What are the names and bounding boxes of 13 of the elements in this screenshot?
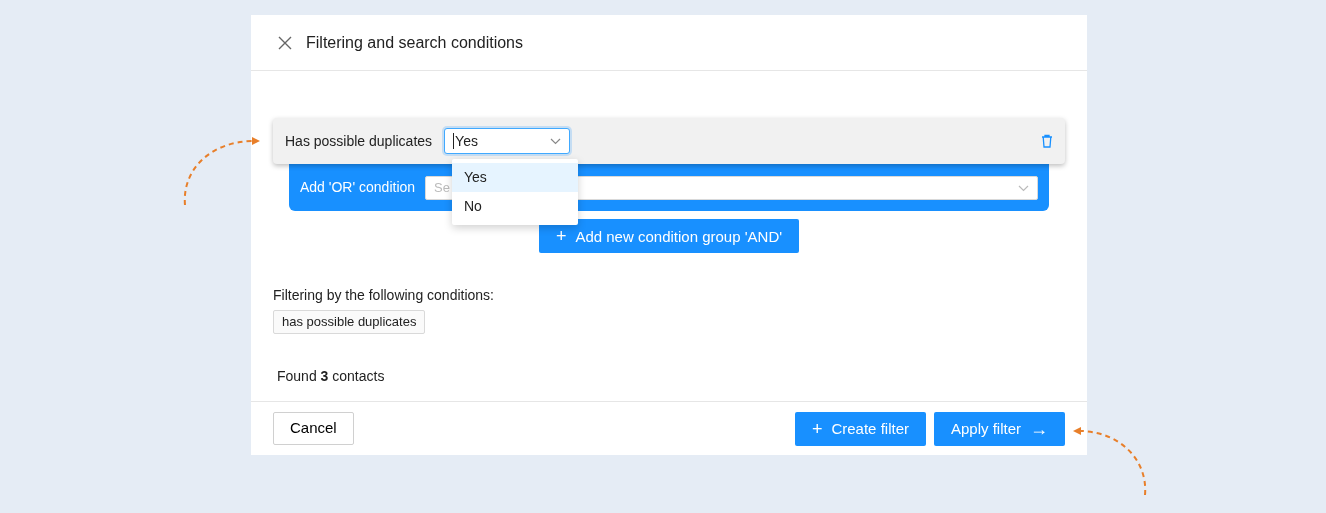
value-select[interactable]: Yes (444, 128, 571, 154)
chevron-down-icon (1018, 184, 1029, 192)
dialog-title: Filtering and search conditions (306, 32, 523, 53)
condition-label: Has possible duplicates (285, 131, 433, 151)
dropdown-option[interactable]: Yes (452, 163, 578, 192)
result-text: Found 3 contacts (277, 366, 386, 386)
close-icon[interactable] (278, 35, 292, 50)
cancel-button[interactable]: Cancel (273, 412, 354, 445)
or-condition-label: Add 'OR' condition (300, 178, 416, 197)
summary-heading: Filtering by the following conditions: (273, 286, 495, 305)
condition-tag: has possible duplicates (273, 310, 426, 334)
chevron-down-icon (550, 137, 562, 145)
trash-icon[interactable] (1041, 134, 1053, 148)
